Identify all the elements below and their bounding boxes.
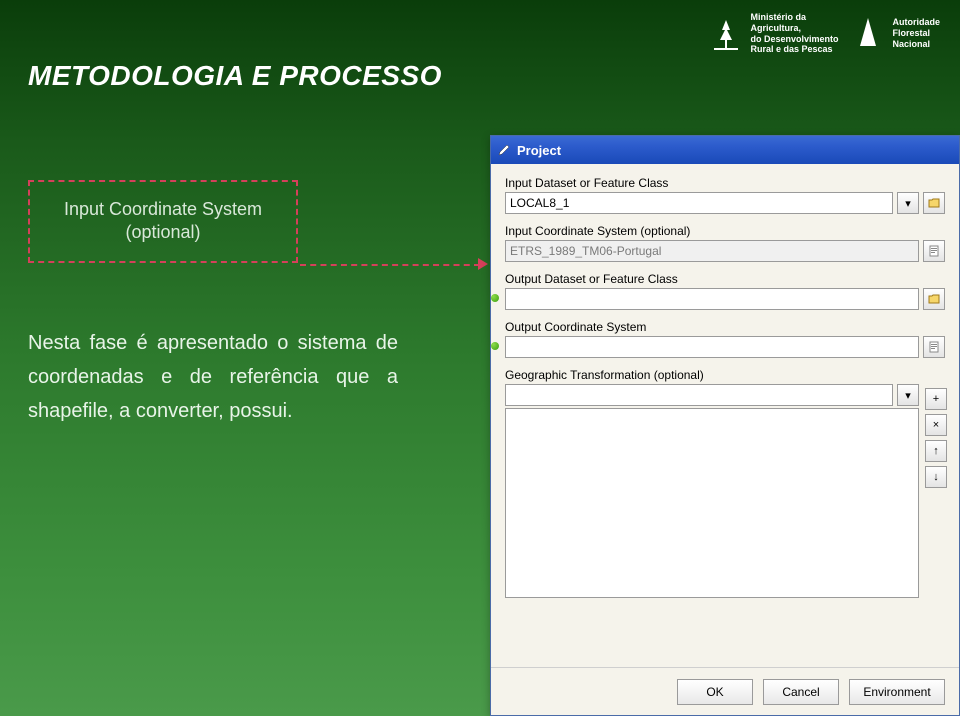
output-cs-label: Output Coordinate System — [505, 320, 945, 334]
geo-transform-label: Geographic Transformation (optional) — [505, 368, 919, 382]
input-dataset-row: Input Dataset or Feature Class ▾ — [505, 176, 945, 214]
logo-text-line: do Desenvolvimento — [750, 34, 838, 45]
input-dataset-label: Input Dataset or Feature Class — [505, 176, 945, 190]
add-button[interactable]: + — [925, 388, 947, 410]
geo-transform-field[interactable] — [505, 384, 893, 406]
logo-ministerio-text: Ministério da Agricultura, do Desenvolvi… — [750, 12, 838, 55]
annotation-line: (optional) — [40, 221, 286, 244]
dialog-footer: OK Cancel Environment — [491, 667, 959, 715]
pine-icon — [850, 16, 886, 52]
logo-ministerio: Ministério da Agricultura, do Desenvolvi… — [708, 12, 838, 55]
geo-transform-list[interactable] — [505, 408, 919, 598]
properties-button[interactable] — [923, 240, 945, 262]
remove-button[interactable]: × — [925, 414, 947, 436]
environment-button[interactable]: Environment — [849, 679, 945, 705]
logo-afn-text: Autoridade Florestal Nacional — [892, 17, 940, 49]
output-dataset-field[interactable] — [505, 288, 919, 310]
input-dataset-field[interactable] — [505, 192, 893, 214]
description-text: Nesta fase é apresentado o sistema de co… — [28, 326, 398, 428]
properties-button[interactable] — [923, 336, 945, 358]
move-down-button[interactable]: ↓ — [925, 466, 947, 488]
logo-text-line: Nacional — [892, 39, 940, 50]
logo-text-line: Autoridade — [892, 17, 940, 28]
dialog-title: Project — [517, 143, 561, 158]
required-indicator-icon — [491, 294, 499, 302]
logo-text-line: Rural e das Pescas — [750, 44, 838, 55]
input-cs-row: Input Coordinate System (optional) — [505, 224, 945, 262]
annotation-line: Input Coordinate System — [40, 198, 286, 221]
geo-transform-controls: + × ↑ ↓ — [925, 388, 947, 488]
dropdown-button[interactable]: ▾ — [897, 192, 919, 214]
browse-button[interactable] — [923, 192, 945, 214]
arrowhead-icon — [478, 258, 488, 270]
input-cs-field — [505, 240, 919, 262]
tree-icon — [708, 16, 744, 52]
pen-icon — [497, 143, 511, 157]
annotation-callout: Input Coordinate System (optional) — [28, 180, 298, 263]
page-title: METODOLOGIA E PROCESSO — [28, 60, 442, 92]
header-logos: Ministério da Agricultura, do Desenvolvi… — [708, 12, 940, 55]
browse-button[interactable] — [923, 288, 945, 310]
move-up-button[interactable]: ↑ — [925, 440, 947, 462]
dialog-body: Input Dataset or Feature Class ▾ Input C… — [491, 164, 959, 667]
geo-transform-row: Geographic Transformation (optional) ▾ +… — [505, 368, 945, 598]
output-cs-field[interactable] — [505, 336, 919, 358]
connector-line — [300, 264, 480, 266]
logo-text-line: Florestal — [892, 28, 940, 39]
logo-text-line: Agricultura, — [750, 23, 838, 34]
dropdown-button[interactable]: ▾ — [897, 384, 919, 406]
project-dialog: Project Input Dataset or Feature Class ▾… — [490, 135, 960, 716]
ok-button[interactable]: OK — [677, 679, 753, 705]
output-cs-row: Output Coordinate System — [505, 320, 945, 358]
output-dataset-row: Output Dataset or Feature Class — [505, 272, 945, 310]
output-dataset-label: Output Dataset or Feature Class — [505, 272, 945, 286]
logo-text-line: Ministério da — [750, 12, 838, 23]
logo-afn: Autoridade Florestal Nacional — [850, 16, 940, 52]
input-cs-label: Input Coordinate System (optional) — [505, 224, 945, 238]
required-indicator-icon — [491, 342, 499, 350]
cancel-button[interactable]: Cancel — [763, 679, 839, 705]
dialog-titlebar[interactable]: Project — [491, 136, 959, 164]
